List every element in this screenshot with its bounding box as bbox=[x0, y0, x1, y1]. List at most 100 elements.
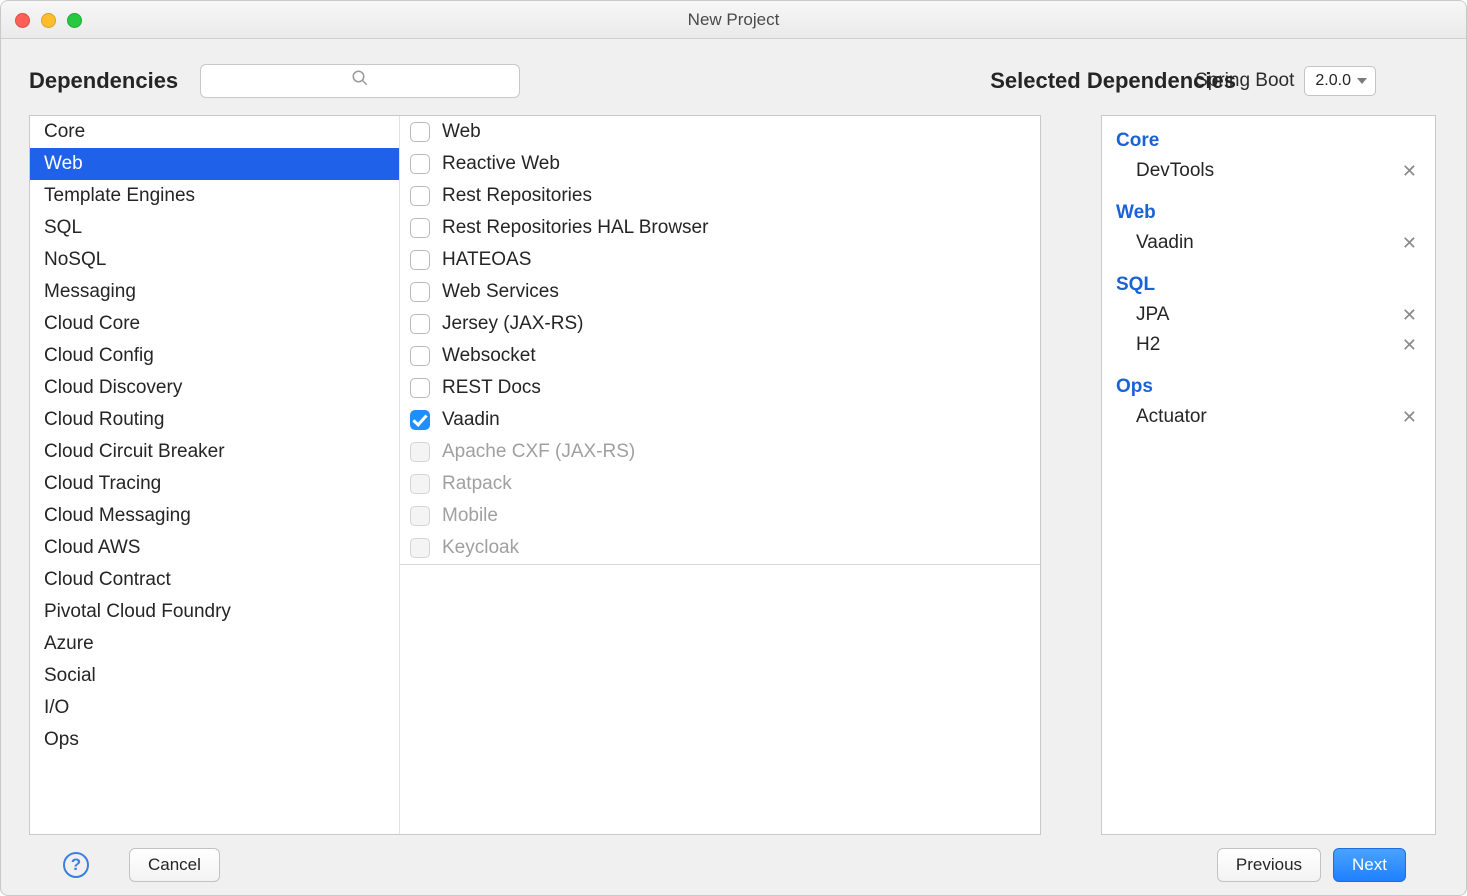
help-button[interactable]: ? bbox=[63, 852, 89, 878]
dependency-label: Reactive Web bbox=[442, 153, 560, 175]
category-item[interactable]: Web bbox=[30, 148, 399, 180]
dependency-label: Keycloak bbox=[442, 537, 519, 559]
dependency-checkbox bbox=[410, 538, 430, 558]
search-wrapper bbox=[200, 64, 520, 98]
dependency-checkbox[interactable] bbox=[410, 154, 430, 174]
titlebar: New Project bbox=[1, 1, 1466, 39]
dependency-row: Keycloak bbox=[400, 532, 1040, 564]
dependency-row[interactable]: Web Services bbox=[400, 276, 1040, 308]
remove-icon[interactable]: ✕ bbox=[1398, 335, 1421, 356]
dependency-list[interactable]: Web Reactive Web Rest Repositories Rest Rep… bbox=[400, 116, 1040, 834]
dependency-label: Mobile bbox=[442, 505, 498, 527]
dependency-label: Jersey (JAX-RS) bbox=[442, 313, 583, 335]
selected-group-title: Core bbox=[1102, 126, 1435, 156]
category-item[interactable]: Cloud Routing bbox=[30, 404, 399, 436]
remove-icon[interactable]: ✕ bbox=[1398, 233, 1421, 254]
dependency-row[interactable]: REST Docs bbox=[400, 372, 1040, 404]
dependency-row: Ratpack bbox=[400, 468, 1040, 500]
category-item[interactable]: Cloud Contract bbox=[30, 564, 399, 596]
category-item[interactable]: Ops bbox=[30, 724, 399, 756]
dialog-body: Dependencies Spring Boot 2.0.0 Selected … bbox=[1, 39, 1466, 895]
header-row: Dependencies Spring Boot 2.0.0 Selected … bbox=[29, 57, 1436, 105]
zoom-window-icon[interactable] bbox=[67, 13, 82, 28]
selected-item-label: Actuator bbox=[1136, 406, 1207, 428]
category-item[interactable]: Cloud Core bbox=[30, 308, 399, 340]
remove-icon[interactable]: ✕ bbox=[1398, 161, 1421, 182]
selected-group-title: Ops bbox=[1102, 372, 1435, 402]
main-panels: CoreWebTemplate EnginesSQLNoSQLMessaging… bbox=[29, 115, 1436, 835]
footer: ? Cancel Previous Next bbox=[29, 835, 1436, 895]
new-project-window: New Project Dependencies Spring Boot 2.0… bbox=[0, 0, 1467, 896]
dependency-checkbox[interactable] bbox=[410, 314, 430, 334]
dependency-label: Websocket bbox=[442, 345, 536, 367]
selected-item: Vaadin ✕ bbox=[1102, 228, 1435, 258]
dependency-label: Apache CXF (JAX-RS) bbox=[442, 441, 635, 463]
dependency-checkbox[interactable] bbox=[410, 410, 430, 430]
selected-item: DevTools✕ bbox=[1102, 156, 1435, 186]
springboot-version-value: 2.0.0 bbox=[1315, 72, 1351, 90]
category-item[interactable]: NoSQL bbox=[30, 244, 399, 276]
dependency-checkbox[interactable] bbox=[410, 218, 430, 238]
search-input[interactable] bbox=[200, 64, 520, 98]
category-item[interactable]: Cloud Discovery bbox=[30, 372, 399, 404]
category-list[interactable]: CoreWebTemplate EnginesSQLNoSQLMessaging… bbox=[30, 116, 400, 834]
dependency-picker: CoreWebTemplate EnginesSQLNoSQLMessaging… bbox=[29, 115, 1041, 835]
dependency-label: Ratpack bbox=[442, 473, 512, 495]
remove-icon[interactable]: ✕ bbox=[1398, 305, 1421, 326]
category-item[interactable]: Messaging bbox=[30, 276, 399, 308]
dependency-label: Vaadin bbox=[442, 409, 500, 431]
next-button[interactable]: Next bbox=[1333, 848, 1406, 882]
dependency-row[interactable]: Websocket bbox=[400, 340, 1040, 372]
selected-dependencies-panel: CoreDevTools✕WebVaadin✕SQLJPA✕H2✕OpsActu… bbox=[1101, 115, 1436, 835]
dependency-checkbox[interactable] bbox=[410, 378, 430, 398]
remove-icon[interactable]: ✕ bbox=[1398, 407, 1421, 428]
dependency-checkbox bbox=[410, 442, 430, 462]
close-window-icon[interactable] bbox=[15, 13, 30, 28]
dependency-label: Web Services bbox=[442, 281, 559, 303]
category-item[interactable]: Template Engines bbox=[30, 180, 399, 212]
dependency-row: Apache CXF (JAX-RS) bbox=[400, 436, 1040, 468]
dependency-row[interactable]: Rest Repositories bbox=[400, 180, 1040, 212]
selected-item: H2✕ bbox=[1102, 330, 1435, 360]
dependency-label: HATEOAS bbox=[442, 249, 531, 271]
dependency-row[interactable]: Web bbox=[400, 116, 1040, 148]
dependency-row[interactable]: Vaadin bbox=[400, 404, 1040, 436]
dependencies-heading: Dependencies bbox=[29, 68, 178, 94]
selected-item-label: Vaadin bbox=[1136, 232, 1194, 254]
chevron-down-icon bbox=[1357, 78, 1367, 84]
dependency-row[interactable]: Rest Repositories HAL Browser bbox=[400, 212, 1040, 244]
minimize-window-icon[interactable] bbox=[41, 13, 56, 28]
category-item[interactable]: SQL bbox=[30, 212, 399, 244]
category-item[interactable]: Cloud Circuit Breaker bbox=[30, 436, 399, 468]
dependency-checkbox[interactable] bbox=[410, 250, 430, 270]
dependency-checkbox[interactable] bbox=[410, 346, 430, 366]
selected-dependencies-heading: Selected Dependencies bbox=[990, 68, 1236, 94]
dependency-checkbox bbox=[410, 506, 430, 526]
category-item[interactable]: Core bbox=[30, 116, 399, 148]
dependency-label: REST Docs bbox=[442, 377, 541, 399]
previous-button[interactable]: Previous bbox=[1217, 848, 1321, 882]
dependency-row[interactable]: Jersey (JAX-RS) bbox=[400, 308, 1040, 340]
category-item[interactable]: Cloud AWS bbox=[30, 532, 399, 564]
dependency-row[interactable]: Reactive Web bbox=[400, 148, 1040, 180]
category-item[interactable]: Pivotal Cloud Foundry bbox=[30, 596, 399, 628]
dependency-checkbox[interactable] bbox=[410, 186, 430, 206]
selected-item-label: JPA bbox=[1136, 304, 1169, 326]
category-item[interactable]: I/O bbox=[30, 692, 399, 724]
dependency-label: Rest Repositories bbox=[442, 185, 592, 207]
category-item[interactable]: Azure bbox=[30, 628, 399, 660]
dependency-checkbox[interactable] bbox=[410, 282, 430, 302]
category-item[interactable]: Cloud Config bbox=[30, 340, 399, 372]
dependency-checkbox bbox=[410, 474, 430, 494]
springboot-version-select[interactable]: 2.0.0 bbox=[1304, 66, 1376, 96]
category-item[interactable]: Cloud Tracing bbox=[30, 468, 399, 500]
dependency-row: Mobile bbox=[400, 500, 1040, 532]
category-item[interactable]: Cloud Messaging bbox=[30, 500, 399, 532]
dependency-row[interactable]: HATEOAS bbox=[400, 244, 1040, 276]
category-item[interactable]: Social bbox=[30, 660, 399, 692]
selected-group-title: SQL bbox=[1102, 270, 1435, 300]
dependency-label: Rest Repositories HAL Browser bbox=[442, 217, 708, 239]
selected-group-title: Web bbox=[1102, 198, 1435, 228]
dependency-checkbox[interactable] bbox=[410, 122, 430, 142]
cancel-button[interactable]: Cancel bbox=[129, 848, 220, 882]
